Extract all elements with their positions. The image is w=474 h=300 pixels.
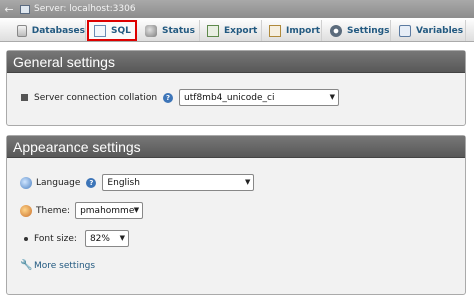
variables-icon [399,24,411,37]
theme-select[interactable]: pmahomme ▼ [75,202,144,219]
sql-icon [94,24,106,37]
main-tab-bar: Databases SQL Status Export Import Setti… [0,18,474,42]
language-row: Language ? English ▼ [20,174,255,191]
tab-databases[interactable]: Databases [12,20,86,41]
more-settings-link[interactable]: More settings [34,261,95,271]
fontsize-select-value: 82% [89,233,110,244]
window-title: Server: localhost:3306 [34,4,136,14]
export-icon [207,24,219,37]
status-icon [145,24,157,37]
theme-select-value: pmahomme [80,205,135,216]
tab-export[interactable]: Export [202,20,262,41]
fontsize-select[interactable]: 82% ▼ [84,230,129,247]
collation-row: Server connection collation ? utf8mb4_un… [21,89,340,106]
chevron-down-icon: ▼ [245,178,251,186]
general-settings-panel: General settings Server connection colla… [6,50,466,126]
tab-status-label: Status [162,25,195,36]
help-icon[interactable]: ? [163,92,174,103]
theme-label: Theme: [36,205,71,216]
language-icon [20,176,32,189]
collation-select-value: utf8mb4_unicode_ci [184,92,275,103]
language-label: Language [36,177,81,188]
language-select-value: English [107,177,140,188]
tab-settings-label: Settings [347,25,390,36]
database-icon [17,24,27,37]
tab-sql[interactable]: SQL [87,20,137,41]
tab-export-label: Export [224,25,258,36]
import-icon [269,24,281,37]
chevron-down-icon: ▼ [119,234,125,242]
collation-label: Server connection collation [34,92,158,103]
fontsize-row: Font size: 82% ▼ [24,230,129,247]
tab-variables[interactable]: Variables [394,20,466,41]
theme-row: Theme: pmahomme ▼ [20,202,144,219]
theme-icon [20,204,32,217]
list-bullet [24,236,28,241]
window-titlebar: ← Server: localhost:3306 [0,0,474,18]
tab-import-label: Import [286,25,321,36]
wrench-icon: 🔧 [20,260,33,271]
appearance-settings-heading: Appearance settings [7,136,465,158]
tab-sql-label: SQL [111,25,131,36]
tab-settings[interactable]: Settings [325,20,391,41]
server-icon [20,4,30,14]
back-arrow-icon[interactable]: ← [0,3,18,16]
help-icon[interactable]: ? [86,177,97,188]
fontsize-label: Font size: [34,233,77,244]
settings-icon [330,24,342,37]
chevron-down-icon: ▼ [133,206,140,214]
tab-import[interactable]: Import [264,20,322,41]
language-select[interactable]: English ▼ [102,174,255,191]
list-bullet [21,94,28,101]
tab-variables-label: Variables [416,25,464,36]
more-settings-row: 🔧 More settings [20,260,95,271]
tab-databases-label: Databases [31,25,85,36]
tab-status[interactable]: Status [140,20,200,41]
general-settings-heading: General settings [7,51,465,73]
collation-select[interactable]: utf8mb4_unicode_ci ▼ [179,89,340,106]
appearance-settings-panel: Appearance settings Language ? English ▼… [6,135,466,295]
chevron-down-icon: ▼ [329,93,336,101]
